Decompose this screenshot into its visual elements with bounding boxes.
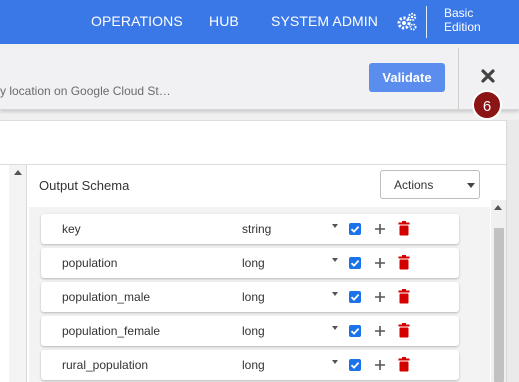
output-schema-title: Output Schema (39, 178, 130, 193)
nullable-checkbox[interactable] (349, 257, 361, 269)
scrollbar-thumb[interactable] (494, 228, 504, 382)
edition-label: Basic Edition (444, 6, 481, 34)
field-type[interactable]: long (242, 324, 265, 338)
scroll-up-icon[interactable] (14, 170, 22, 175)
page-scrollbar[interactable] (506, 120, 519, 382)
edition-line2: Edition (444, 20, 481, 34)
field-type[interactable]: long (242, 358, 265, 372)
caret-down-icon[interactable] (332, 360, 338, 364)
step-badge: 6 (472, 90, 502, 120)
nullable-checkbox[interactable] (349, 223, 361, 235)
add-field-icon[interactable] (373, 256, 387, 270)
input-panel-scrollbar[interactable] (9, 165, 27, 382)
field-type[interactable]: long (242, 256, 265, 270)
nullable-checkbox[interactable] (349, 359, 361, 371)
add-field-icon[interactable] (373, 290, 387, 304)
caret-down-icon[interactable] (332, 326, 338, 330)
schema-row: rural_population long (41, 350, 459, 380)
field-type[interactable]: long (242, 290, 265, 304)
gears-icon[interactable] (396, 12, 418, 32)
actions-label: Actions (394, 178, 434, 192)
nullable-checkbox[interactable] (349, 291, 361, 303)
caret-down-icon[interactable] (332, 224, 338, 228)
add-field-icon[interactable] (373, 222, 387, 236)
top-nav: OPERATIONS HUB SYSTEM ADMIN Basic Editio… (0, 0, 519, 44)
field-name[interactable]: rural_population (62, 358, 148, 372)
section-divider (0, 164, 506, 165)
schema-row: key string (41, 214, 459, 244)
delete-field-icon[interactable] (398, 255, 410, 270)
delete-field-icon[interactable] (398, 323, 410, 338)
delete-field-icon[interactable] (398, 221, 410, 236)
field-name[interactable]: population (62, 256, 117, 270)
header-divider (458, 48, 459, 109)
delete-field-icon[interactable] (398, 289, 410, 304)
edition-line1: Basic (444, 6, 474, 20)
nav-system-admin[interactable]: SYSTEM ADMIN (271, 13, 378, 29)
close-icon[interactable] (480, 68, 496, 84)
nav-divider (426, 6, 427, 38)
schema-row: population_female long (41, 316, 459, 346)
plugin-description: y location on Google Cloud St… (0, 84, 171, 98)
field-name[interactable]: population_male (62, 290, 150, 304)
actions-dropdown[interactable]: Actions (380, 170, 480, 199)
nav-operations[interactable]: OPERATIONS (91, 13, 183, 29)
add-field-icon[interactable] (373, 324, 387, 338)
delete-field-icon[interactable] (398, 357, 410, 372)
caret-down-icon[interactable] (332, 292, 338, 296)
schema-row: population_male long (41, 282, 459, 312)
add-field-icon[interactable] (373, 358, 387, 372)
nav-hub[interactable]: HUB (209, 13, 239, 29)
field-name[interactable]: population_female (62, 324, 160, 338)
caret-down-icon (467, 183, 475, 188)
scroll-up-icon[interactable] (494, 205, 502, 210)
validate-button[interactable]: Validate (369, 63, 445, 92)
nullable-checkbox[interactable] (349, 325, 361, 337)
caret-down-icon[interactable] (332, 258, 338, 262)
field-type[interactable]: string (242, 222, 271, 236)
field-name[interactable]: key (62, 222, 81, 236)
schema-row: population long (41, 248, 459, 278)
